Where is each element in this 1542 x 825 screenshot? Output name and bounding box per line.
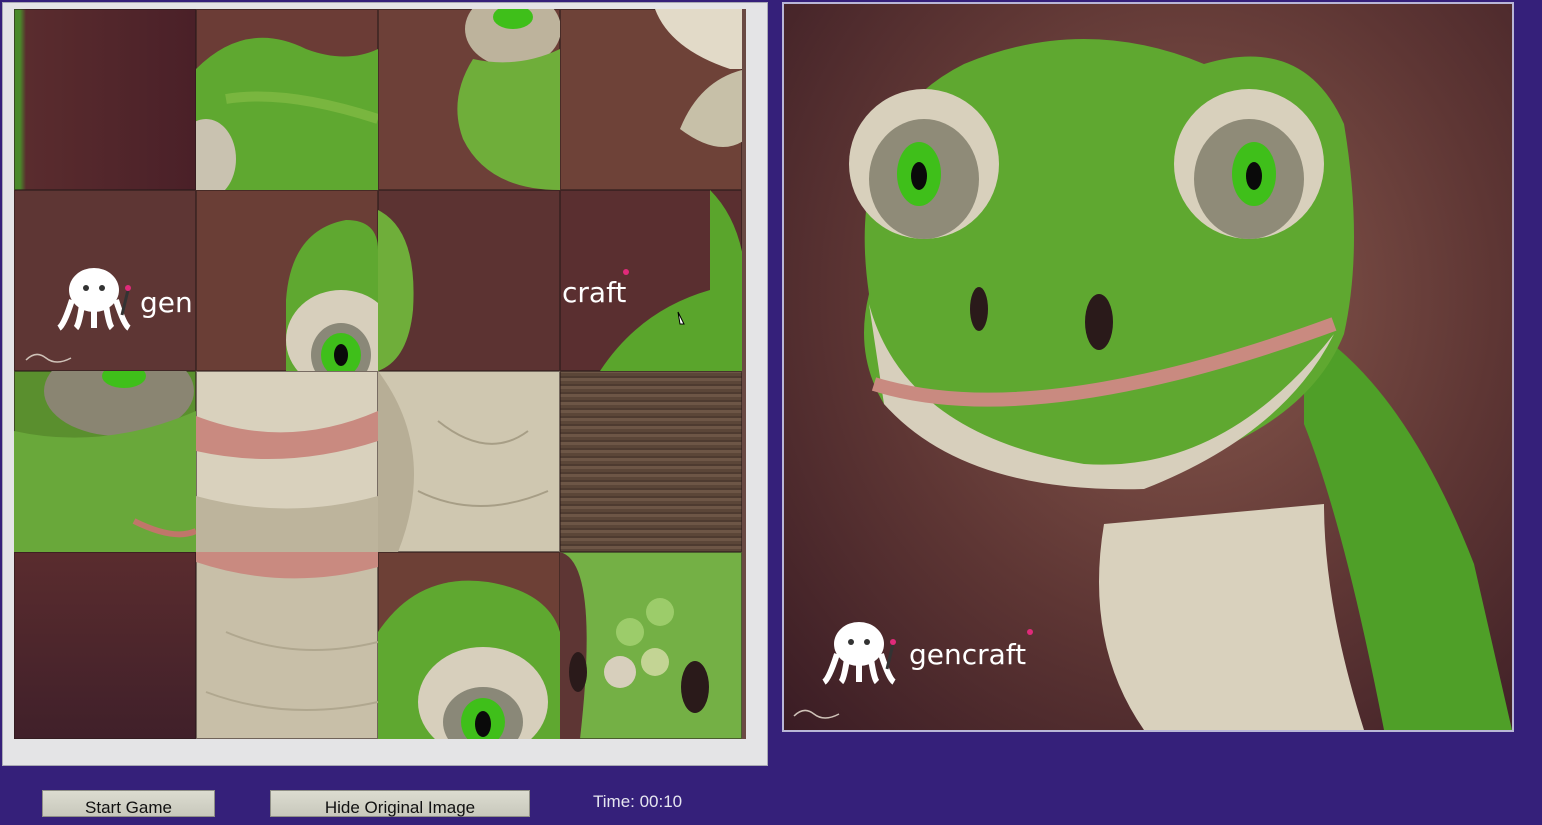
tile-art: gen [25, 268, 193, 363]
watermark-brand-text: gencraft [909, 638, 1026, 671]
puzzle-tile[interactable] [378, 190, 560, 371]
tile-art [378, 210, 414, 371]
puzzle-tile[interactable] [378, 371, 560, 552]
tile-art: craft [562, 190, 742, 371]
lizard-original-art: gencraft [793, 39, 1512, 730]
puzzle-tile[interactable] [378, 552, 560, 739]
hide-original-image-button[interactable]: Hide Original Image [270, 790, 530, 817]
tile-art [655, 9, 742, 147]
tile-art [196, 411, 378, 552]
puzzle-tile[interactable] [196, 190, 378, 371]
start-game-button[interactable]: Start Game [42, 790, 215, 817]
original-image-preview: gencraft [782, 2, 1514, 732]
gencraft-logo-icon [822, 622, 896, 685]
puzzle-board: gen craft [14, 9, 746, 739]
tile-art [378, 580, 560, 739]
puzzle-tile[interactable] [196, 9, 378, 190]
puzzle-tile[interactable] [196, 371, 378, 552]
tile-art [560, 552, 709, 739]
empty-tile-slot[interactable] [560, 371, 742, 552]
timer-display: Time: 00:10 [593, 792, 683, 811]
watermark-gen-text: gen [140, 286, 193, 319]
tile-art [378, 371, 549, 552]
puzzle-tile[interactable] [560, 552, 742, 739]
puzzle-tile[interactable] [196, 552, 378, 739]
tile-art [14, 371, 196, 552]
puzzle-tile[interactable]: gen [14, 190, 196, 371]
puzzle-tile[interactable] [14, 371, 196, 552]
watermark-craft-text: craft [562, 276, 626, 309]
puzzle-tile[interactable]: craft [560, 190, 742, 371]
puzzle-tile[interactable] [14, 552, 196, 739]
tile-art [196, 37, 378, 190]
puzzle-tile[interactable] [14, 9, 196, 190]
tile-art [457, 9, 560, 190]
tile-art [196, 552, 378, 711]
puzzle-board-frame: gen craft [2, 2, 768, 766]
tile-art [286, 220, 378, 371]
gencraft-logo-icon [57, 268, 131, 331]
puzzle-tile[interactable] [378, 9, 560, 190]
puzzle-tile[interactable] [560, 9, 742, 190]
